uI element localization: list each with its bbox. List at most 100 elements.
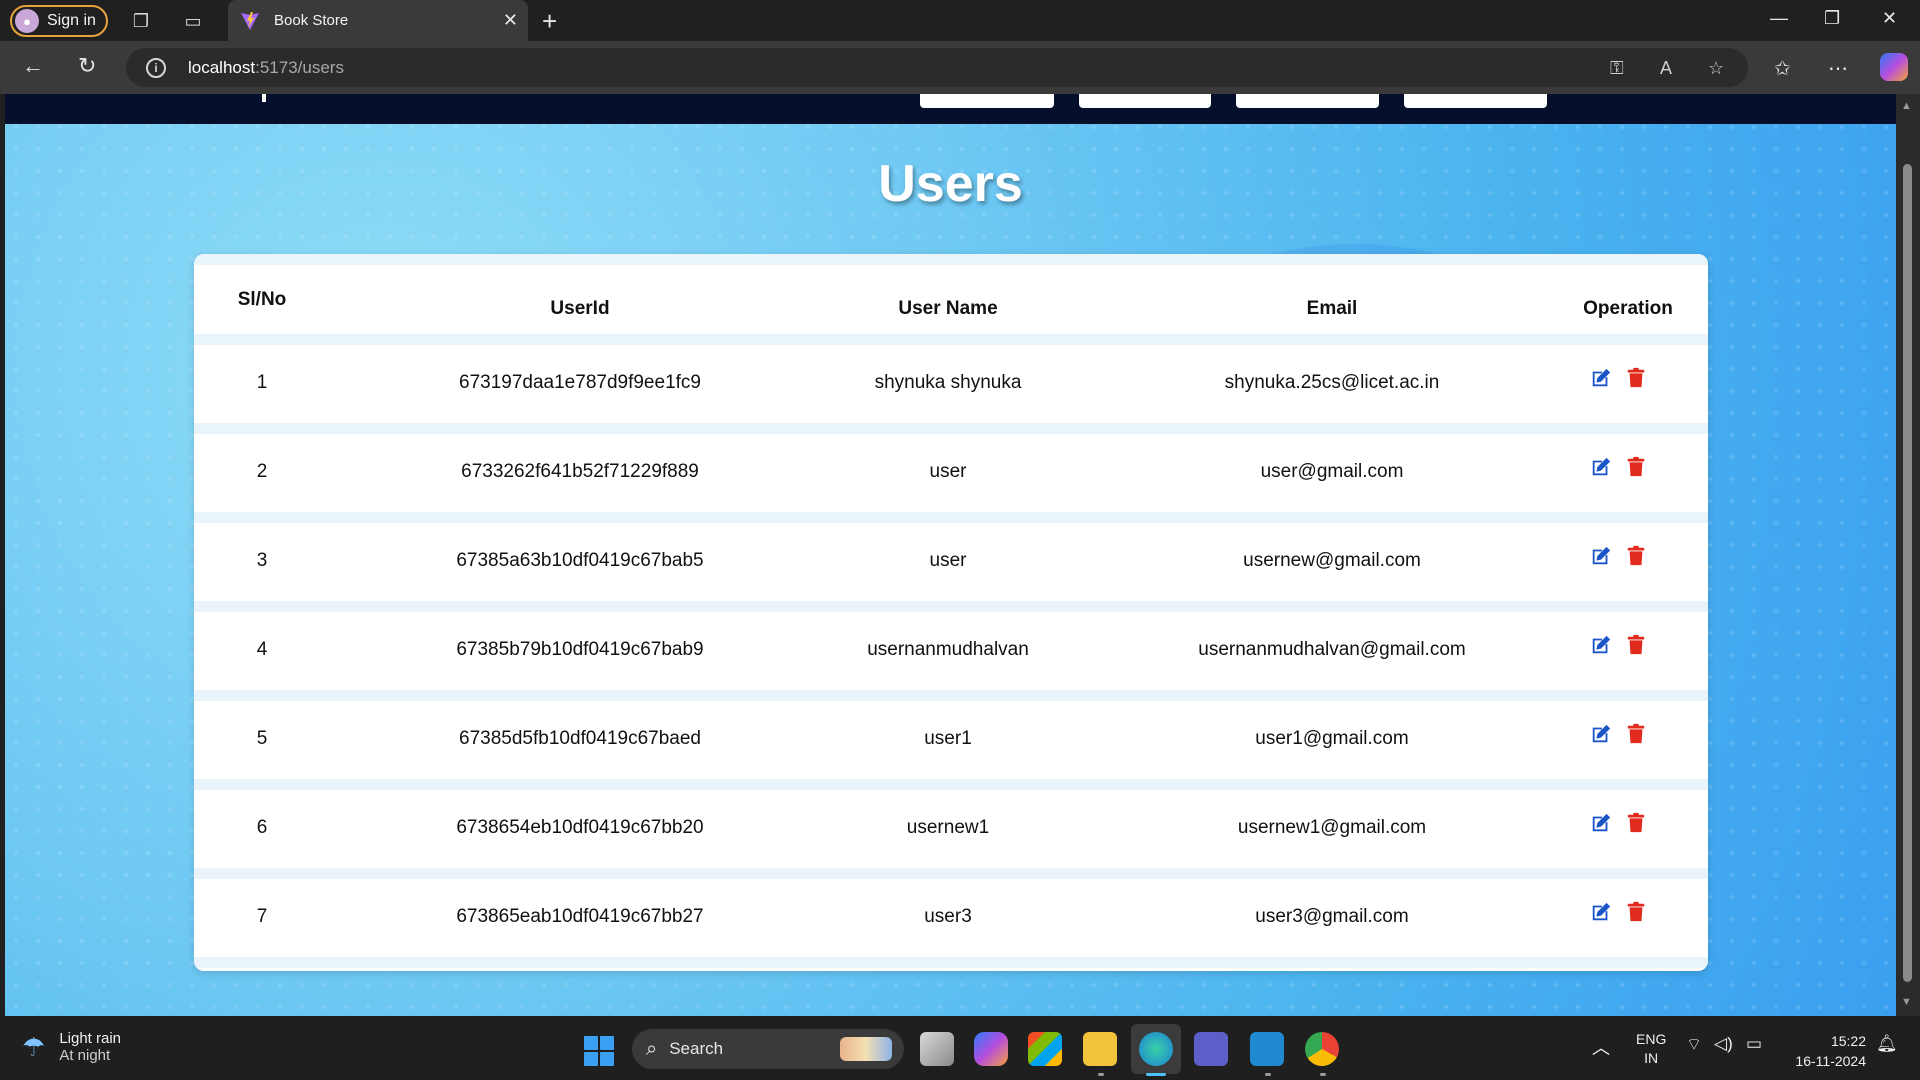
start-windows-icon[interactable]	[584, 1036, 614, 1066]
delete-trash-icon[interactable]	[1625, 723, 1647, 745]
delete-trash-icon[interactable]	[1625, 367, 1647, 389]
copilot-app-icon[interactable]	[974, 1032, 1008, 1066]
scroll-down-icon[interactable]: ▼	[1901, 996, 1912, 1008]
cell-username: user3	[924, 906, 972, 927]
delete-trash-icon[interactable]	[1625, 456, 1647, 478]
cell-username: user1	[924, 728, 972, 749]
delete-trash-icon[interactable]	[1625, 545, 1647, 567]
weather-widget[interactable]: ☂ Light rain At night	[22, 1030, 121, 1064]
key-icon[interactable]: ⚿	[1610, 58, 1624, 79]
nav-button-3[interactable]	[1236, 94, 1379, 108]
scrollbar-thumb[interactable]	[1903, 164, 1912, 982]
table-row: 5 67385d5fb10df0419c67baed user1 user1@gmai…	[194, 701, 1708, 790]
row-operations	[1590, 723, 1647, 745]
site-navbar	[5, 94, 1896, 124]
cell-slno: 1	[256, 372, 268, 393]
minimize-icon[interactable]: —	[1770, 8, 1788, 29]
cell-userid: 673865eab10df0419c67bb27	[456, 906, 704, 927]
edit-icon[interactable]	[1590, 812, 1612, 834]
read-aloud-icon[interactable]: A	[1660, 58, 1672, 79]
workspaces-icon[interactable]: ❐	[130, 10, 152, 32]
tab-book-store[interactable]: Book Store ✕	[228, 0, 528, 41]
vscode-running-indicator	[1265, 1073, 1271, 1076]
delete-trash-icon[interactable]	[1625, 812, 1647, 834]
chrome-icon[interactable]	[1305, 1032, 1339, 1066]
sign-in-button[interactable]: ● Sign in	[10, 5, 108, 37]
column-header-operation: Operation	[1583, 298, 1673, 319]
taskbar-search[interactable]: ⌕ Search	[632, 1029, 904, 1069]
cell-slno: 7	[256, 906, 268, 927]
back-arrow-icon[interactable]: ←	[22, 53, 44, 79]
nav-button-2[interactable]	[1079, 94, 1211, 108]
row-operations	[1590, 456, 1647, 478]
table-divider	[194, 868, 1708, 879]
refresh-icon[interactable]: ↻	[78, 53, 96, 79]
clock-date: 16-11-2024	[1795, 1053, 1866, 1069]
teams-icon[interactable]	[1194, 1032, 1228, 1066]
wifi-icon[interactable]: ⌔	[1686, 1034, 1702, 1055]
edge-browser-icon[interactable]	[1139, 1032, 1173, 1066]
copilot-icon[interactable]	[1880, 53, 1908, 81]
language-code: ENG	[1636, 1031, 1667, 1047]
task-view-icon[interactable]	[920, 1032, 954, 1066]
delete-trash-icon[interactable]	[1625, 634, 1647, 656]
more-menu-icon[interactable]: ⋯	[1828, 56, 1848, 81]
search-label: Search	[669, 1039, 724, 1058]
language-indicator[interactable]: ENG IN	[1636, 1030, 1666, 1068]
site-info-icon[interactable]: i	[146, 57, 166, 78]
battery-icon[interactable]: ▭	[1746, 1034, 1762, 1054]
page-scrollbar[interactable]: ▲ ▼	[1896, 94, 1920, 1016]
table-divider	[194, 601, 1708, 612]
weather-title: Light rain	[59, 1030, 122, 1047]
notifications-bell-icon[interactable]: 🔔︎	[1876, 1034, 1898, 1054]
column-header-username: User Name	[898, 298, 998, 319]
microsoft-store-icon[interactable]	[1028, 1032, 1062, 1066]
cell-email: user1@gmail.com	[1255, 728, 1409, 749]
edit-icon[interactable]	[1590, 723, 1612, 745]
table-row: 4 67385b79b10df0419c67bab9 usernanmudhalva…	[194, 612, 1708, 701]
close-tab-icon[interactable]: ✕	[503, 10, 518, 31]
file-explorer-icon[interactable]	[1083, 1032, 1117, 1066]
show-hidden-icons-chevron-icon[interactable]: ︿	[1592, 1034, 1610, 1060]
edit-icon[interactable]	[1590, 367, 1612, 389]
delete-trash-icon[interactable]	[1625, 901, 1647, 923]
close-window-icon[interactable]: ✕	[1882, 8, 1897, 29]
cell-userid: 67385b79b10df0419c67bab9	[456, 639, 704, 660]
favorite-star-icon[interactable]: ☆	[1708, 58, 1724, 79]
edit-icon[interactable]	[1590, 901, 1612, 923]
url-field[interactable]: i localhost :5173/users ⚿ A ☆	[126, 48, 1748, 87]
table-row: 7 673865eab10df0419c67bb27 user3 user3@gmai…	[194, 879, 1708, 968]
column-header-slno: Sl/No	[237, 289, 287, 310]
cell-userid: 67385a63b10df0419c67bab5	[456, 550, 704, 571]
favorites-list-icon[interactable]: ✩	[1774, 56, 1791, 81]
row-operations	[1590, 901, 1647, 923]
table-divider	[194, 957, 1708, 968]
search-highlight-icon	[840, 1037, 892, 1061]
edit-icon[interactable]	[1590, 545, 1612, 567]
table-divider	[194, 779, 1708, 790]
navbar-brand-fragment	[262, 94, 266, 102]
cell-username: usernanmudhalvan	[867, 639, 1029, 660]
edit-icon[interactable]	[1590, 456, 1612, 478]
cell-slno: 4	[256, 639, 268, 660]
vite-favicon-icon	[241, 11, 259, 30]
edit-icon[interactable]	[1590, 634, 1612, 656]
profile-avatar-icon: ●	[15, 9, 39, 33]
nav-button-1[interactable]	[920, 94, 1054, 108]
cell-email: usernanmudhalvan@gmail.com	[1198, 639, 1466, 660]
edge-running-indicator	[1146, 1073, 1166, 1076]
cell-username: user	[929, 461, 967, 482]
restore-icon[interactable]: ❐	[1824, 8, 1840, 29]
tab-actions-icon[interactable]: ▭	[182, 10, 204, 32]
scroll-up-icon[interactable]: ▲	[1901, 100, 1912, 112]
tab-title: Book Store	[274, 12, 349, 29]
new-tab-icon[interactable]: +	[542, 6, 557, 37]
cell-userid: 6738654eb10df0419c67bb20	[456, 817, 704, 838]
cell-slno: 2	[256, 461, 268, 482]
cell-slno: 5	[256, 728, 268, 749]
clock[interactable]: 15:22 16-11-2024	[1786, 1031, 1866, 1071]
vscode-icon[interactable]	[1250, 1032, 1284, 1066]
volume-icon[interactable]: ◁)	[1714, 1034, 1733, 1054]
nav-button-4[interactable]	[1404, 94, 1547, 108]
table-divider	[194, 334, 1708, 345]
